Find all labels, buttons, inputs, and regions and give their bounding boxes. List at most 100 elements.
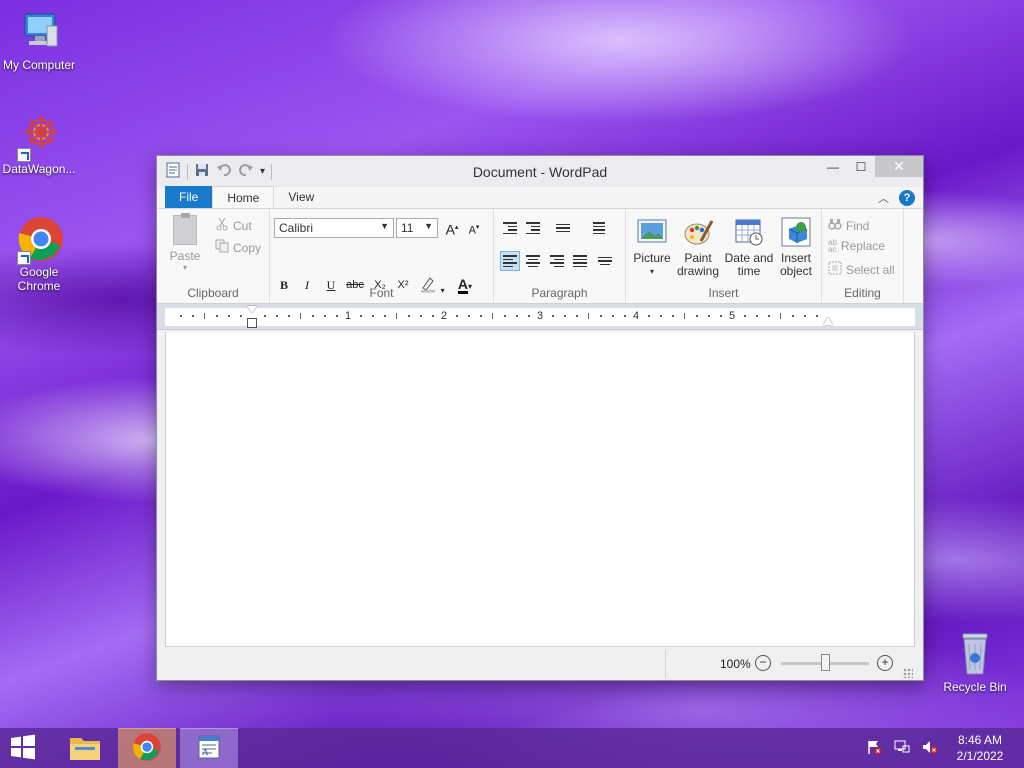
collapse-ribbon-icon[interactable]: ︿	[878, 190, 889, 206]
select-all-button[interactable]: Select all	[828, 261, 895, 278]
network-icon[interactable]	[894, 739, 910, 758]
ruler-number: 2	[441, 310, 448, 322]
action-center-flag-icon[interactable]	[866, 739, 882, 758]
paragraph-settings-icon[interactable]	[595, 251, 615, 271]
group-label-paragraph: Paragraph	[531, 286, 588, 300]
windows-logo-icon	[10, 734, 36, 763]
replace-button[interactable]: ab ac Replace	[828, 238, 885, 254]
paint-label-line2: drawing	[676, 264, 720, 278]
first-line-indent-marker[interactable]	[247, 306, 257, 313]
start-button[interactable]	[0, 728, 46, 768]
ruler-half-tick	[684, 313, 685, 319]
desktop-icon-my-computer[interactable]: My Computer	[0, 8, 78, 72]
resize-grip-icon[interactable]	[903, 668, 913, 678]
system-clock[interactable]: 8:46 AM 2/1/2022	[950, 732, 1010, 764]
zoom-slider-thumb[interactable]	[821, 654, 830, 671]
picture-icon	[637, 217, 667, 247]
left-indent-marker[interactable]	[247, 318, 257, 328]
justify-icon[interactable]	[570, 251, 590, 271]
ruler-dot	[612, 315, 614, 317]
taskbar-file-explorer[interactable]	[56, 728, 114, 768]
title-bar[interactable]: ▾ Document - WordPad — ☐ ✕	[157, 156, 923, 187]
align-right-icon[interactable]	[547, 251, 567, 271]
tab-view[interactable]: View	[274, 186, 328, 208]
paint-drawing-button[interactable]: Paint drawing	[676, 217, 720, 278]
desktop-icon-datawagon[interactable]: DataWagon...	[0, 112, 78, 176]
ruler-number: 1	[345, 310, 352, 322]
tab-home[interactable]: Home	[212, 186, 275, 208]
chrome-icon	[132, 732, 162, 765]
clock-date: 2/1/2022	[956, 749, 1004, 763]
bullet-list-icon[interactable]	[548, 218, 578, 238]
zoom-out-button[interactable]: −	[755, 655, 771, 671]
desktop-icon-label: Recycle Bin	[943, 680, 1007, 694]
maximize-button[interactable]: ☐	[847, 156, 875, 177]
paste-label: Paste	[169, 249, 201, 263]
ruler-dot	[756, 315, 758, 317]
ruler-dot	[324, 315, 326, 317]
volume-muted-icon[interactable]	[922, 739, 938, 758]
ruler-dot	[504, 315, 506, 317]
insert-picture-button[interactable]: Picture ▾	[632, 217, 672, 278]
right-indent-marker[interactable]	[823, 317, 833, 325]
font-family-select[interactable]: Calibri ▼	[274, 218, 394, 238]
ruler-dot	[816, 315, 818, 317]
taskbar-wordpad[interactable]: A	[180, 728, 238, 768]
ribbon: Paste ▾ Cut Copy Clipboard Calibri ▼ 11 …	[157, 209, 923, 304]
ruler-dot	[276, 315, 278, 317]
ruler-half-tick	[780, 313, 781, 319]
zoom-in-button[interactable]: +	[877, 655, 893, 671]
wordpad-app-icon[interactable]	[165, 162, 181, 181]
computer-icon	[15, 8, 63, 56]
clipboard-icon	[173, 213, 197, 245]
status-bar: 100% − +	[165, 646, 915, 680]
group-label-insert: Insert	[708, 286, 739, 300]
group-label-font: Font	[369, 286, 394, 300]
insert-object-button[interactable]: Insert object	[776, 217, 816, 278]
date-time-button[interactable]: Date and time	[724, 217, 774, 278]
desktop-icon-google-chrome[interactable]: Google Chrome	[0, 215, 78, 293]
picture-label: Picture	[633, 251, 671, 265]
replace-icon: ab ac	[828, 238, 837, 254]
copy-button[interactable]: Copy	[215, 239, 261, 256]
wordpad-window[interactable]: ▾ Document - WordPad — ☐ ✕ File Home Vie…	[156, 155, 924, 681]
cut-label: Cut	[233, 218, 252, 233]
zoom-level: 100%	[720, 657, 751, 671]
ruler-number: 3	[537, 310, 544, 322]
ruler-dot	[516, 315, 518, 317]
align-center-icon[interactable]	[523, 251, 543, 271]
ruler[interactable]: 1 2 3 4 5	[157, 304, 923, 330]
ruler-half-tick	[588, 313, 589, 319]
ruler-dot	[624, 315, 626, 317]
help-button[interactable]: ?	[899, 190, 915, 206]
cut-button[interactable]: Cut	[215, 217, 252, 234]
close-button[interactable]: ✕	[875, 156, 923, 177]
paste-button[interactable]: Paste ▾	[167, 213, 203, 272]
customize-toolbar-dropdown[interactable]: ▾	[260, 166, 265, 177]
ruler-dot	[468, 315, 470, 317]
ruler-half-tick	[396, 313, 397, 319]
document-editor[interactable]	[165, 332, 915, 648]
recycle-bin-icon	[951, 630, 999, 678]
grow-font-button[interactable]: A▴	[442, 218, 462, 238]
redo-icon[interactable]	[238, 162, 254, 181]
font-size-select[interactable]: 11 ▼	[396, 218, 438, 238]
increase-indent-icon[interactable]	[523, 218, 543, 238]
wordpad-app-icon: A	[196, 734, 222, 763]
minimize-button[interactable]: —	[819, 156, 847, 177]
tab-file[interactable]: File	[165, 186, 213, 208]
desktop-icon-recycle-bin[interactable]: Recycle Bin	[936, 630, 1014, 694]
shrink-font-label: A	[468, 224, 476, 237]
ruler-dot	[576, 315, 578, 317]
decrease-indent-icon[interactable]	[500, 218, 520, 238]
ribbon-tabs: File Home View ︿ ?	[157, 186, 923, 209]
find-button[interactable]: Find	[828, 217, 869, 234]
align-left-icon[interactable]	[500, 251, 520, 271]
save-icon[interactable]	[194, 162, 210, 181]
system-tray: 8:46 AM 2/1/2022	[866, 728, 1024, 768]
shrink-font-button[interactable]: A▾	[464, 218, 484, 238]
undo-icon[interactable]	[216, 162, 232, 181]
taskbar-chrome[interactable]	[118, 728, 176, 768]
line-spacing-icon[interactable]	[585, 218, 613, 238]
chrome-icon	[15, 215, 63, 265]
